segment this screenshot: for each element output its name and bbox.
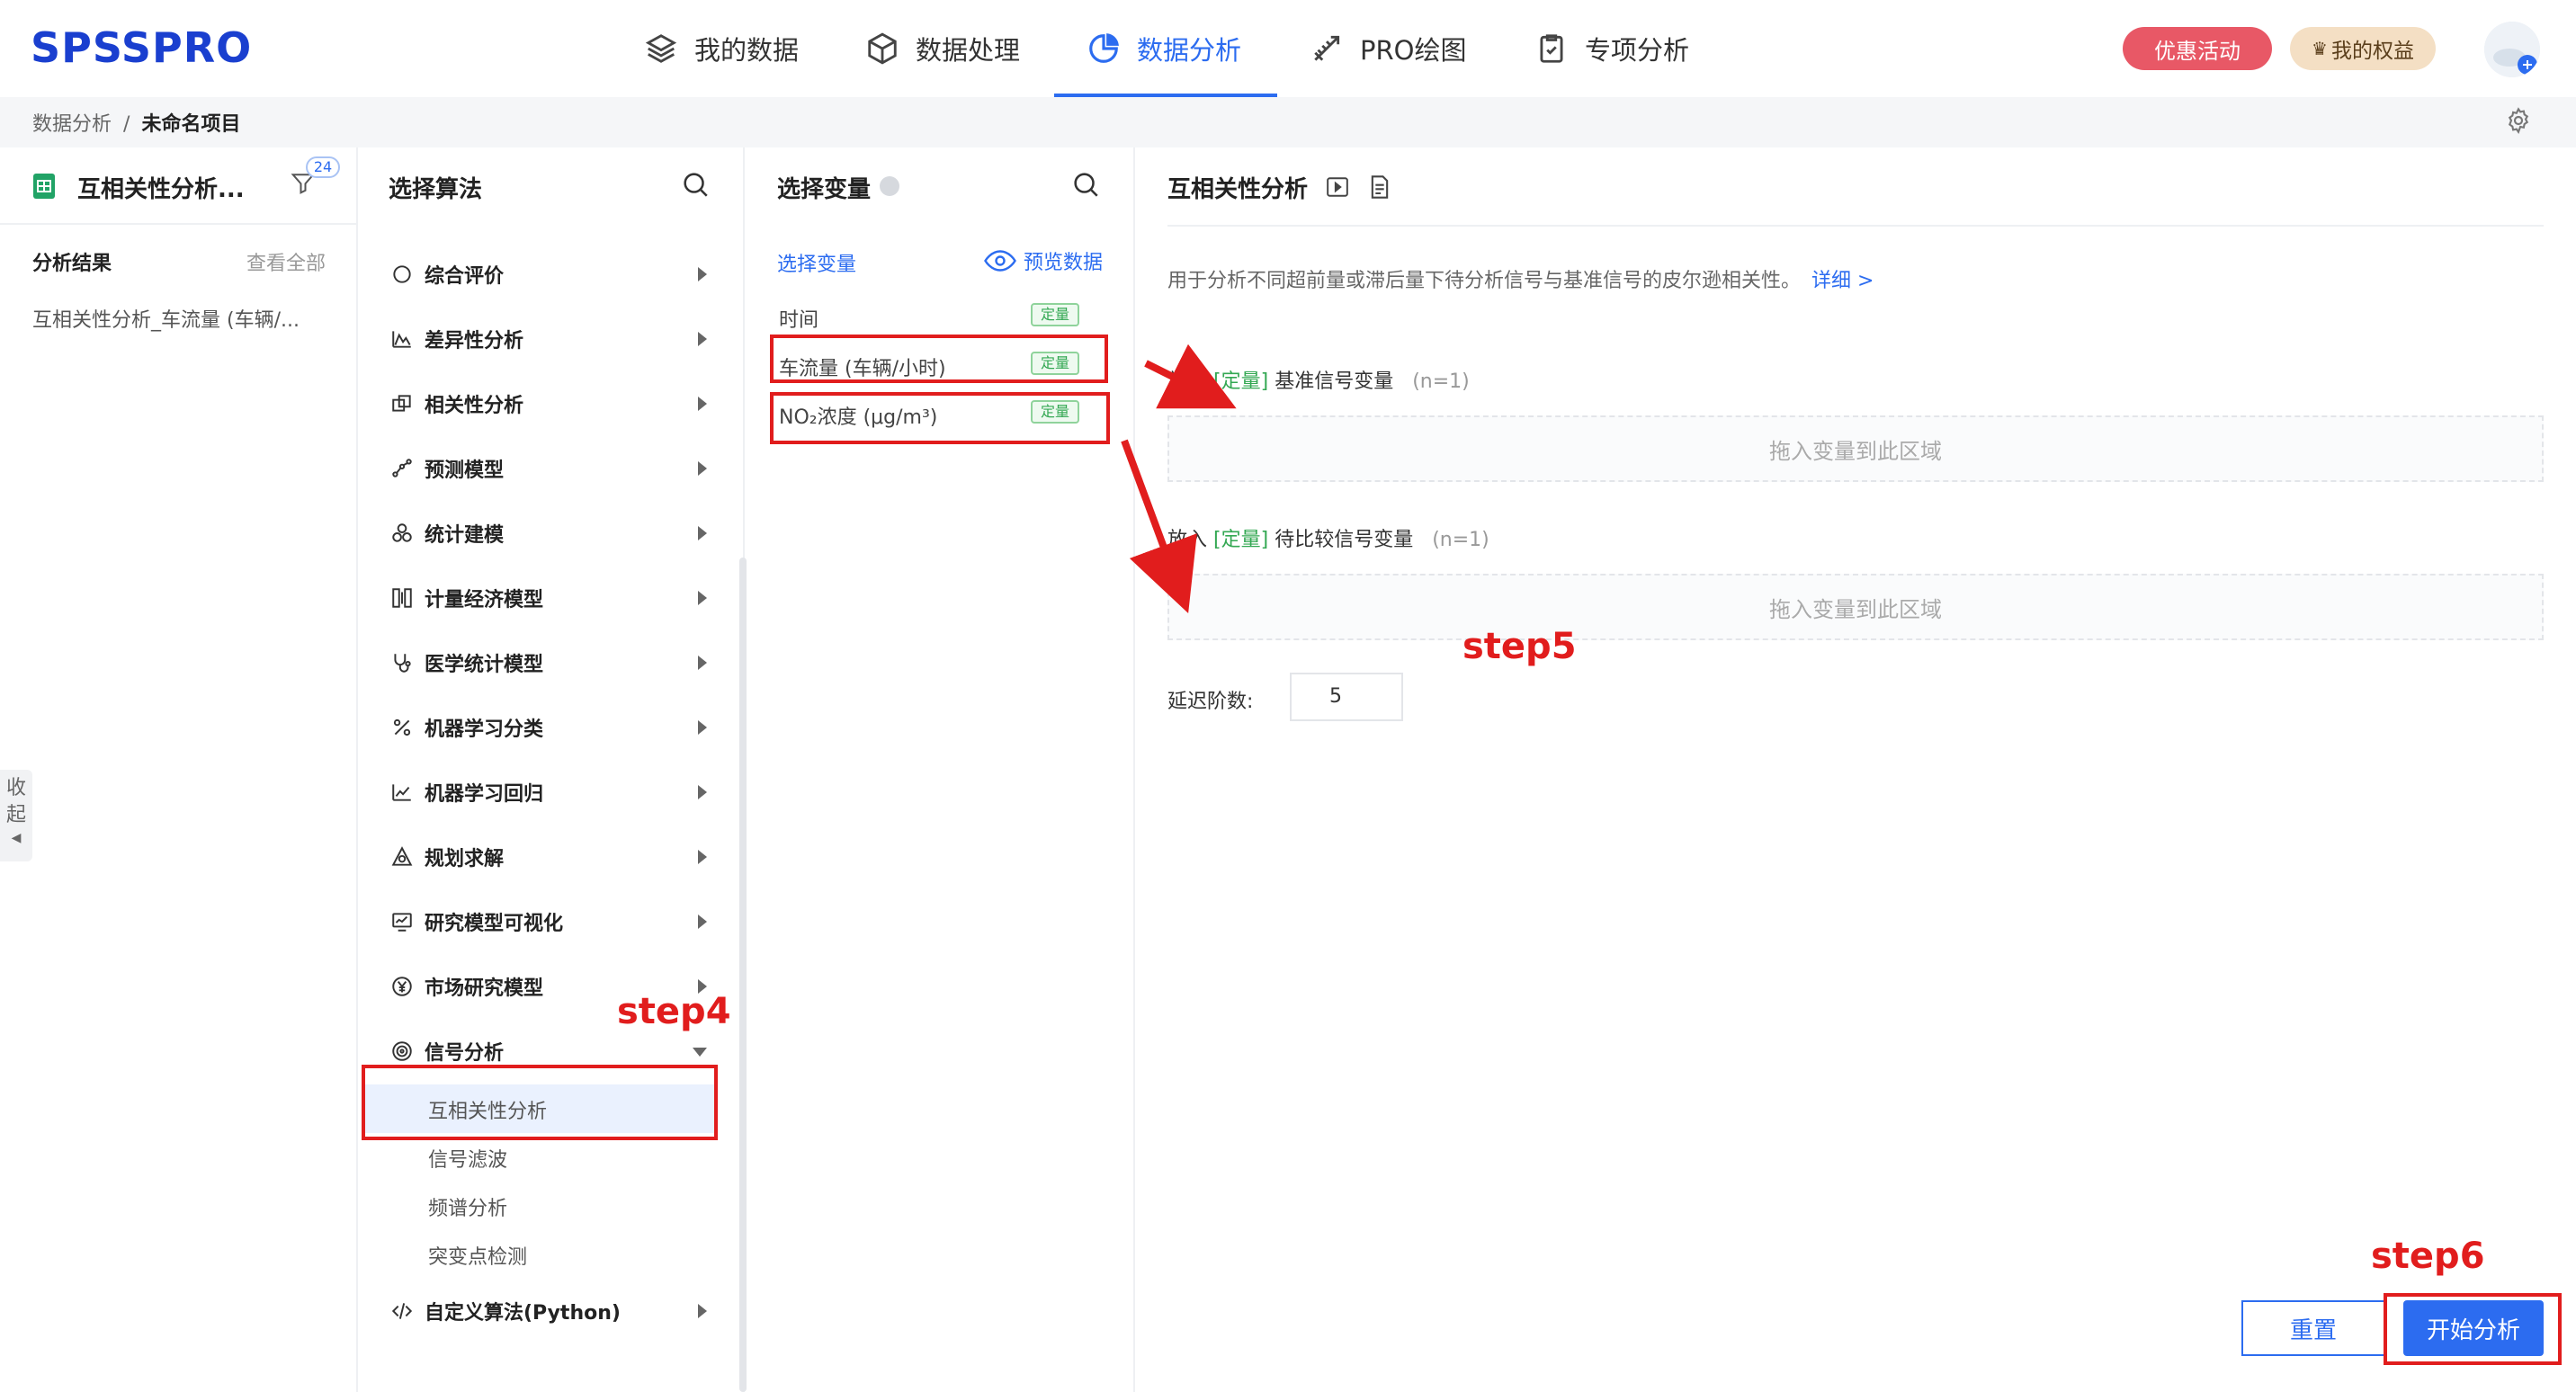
arrow-to-compare-slot [1121, 439, 1197, 614]
arrow-to-base-slot [1144, 344, 1237, 409]
annotation-arrows [1121, 344, 1237, 614]
